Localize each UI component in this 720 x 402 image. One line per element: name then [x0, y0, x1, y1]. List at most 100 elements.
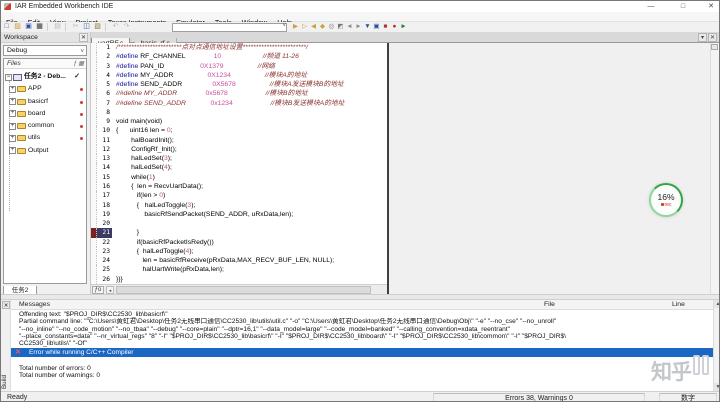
tree-item-label: APP	[28, 85, 42, 93]
code-text: }	[116, 229, 140, 237]
chevron-down-icon[interactable]: ˅	[282, 23, 286, 29]
workspace-title: Workspace	[4, 34, 38, 41]
iar-logo-icon	[4, 3, 11, 10]
message-row[interactable]: CC2530_lib\utils\" "-Of"	[11, 340, 713, 347]
configuration-dropdown[interactable]: Debug ˅	[3, 45, 87, 56]
messages-close-icon[interactable]: ✕	[2, 301, 10, 309]
messages-header-row: Messages File Line	[11, 300, 713, 310]
recording-percent: 16%	[657, 192, 675, 202]
modified-indicator	[80, 100, 83, 104]
expand-icon[interactable]: +	[9, 122, 16, 130]
line-number: 14	[102, 164, 110, 172]
expand-icon[interactable]: +	[9, 110, 16, 118]
code-line: 25 halUartWrite(pRxData,len);	[91, 265, 387, 275]
expand-icon[interactable]: +	[9, 134, 16, 142]
scrollbar-thumb[interactable]	[116, 286, 371, 294]
go-to-icon[interactable]: ◎	[327, 22, 336, 32]
tree-item-folder-app[interactable]: + APP	[4, 83, 86, 95]
find-next-icon[interactable]: ▷	[300, 22, 309, 32]
files-column-header[interactable]: Files ƒ ▦	[4, 59, 86, 69]
close-button[interactable]: ✕	[703, 1, 719, 12]
code-line: 10 { uint16 len = 0;	[91, 126, 387, 136]
message-row[interactable]: Total number of errors: 0	[11, 365, 713, 372]
workspace-close-icon[interactable]: ✕	[79, 33, 88, 42]
tree-item-project-root[interactable]: − 任务2 - Deb... ✓	[4, 71, 86, 83]
message-row[interactable]	[11, 357, 713, 364]
message-row[interactable]: Offending text: "$PROJ_DIR$\CC2530_lib\b…	[11, 311, 713, 318]
error-message-row[interactable]: ✕ Error while running C/C++ Compiler	[11, 348, 713, 358]
folder-icon	[17, 98, 26, 105]
tree-item-label: basicrf	[28, 97, 49, 105]
save-icon[interactable]: ▣	[23, 22, 34, 32]
line-number: 16	[102, 182, 110, 190]
find-icon[interactable]: ▶	[291, 22, 300, 32]
paste-icon[interactable]: ▧	[92, 22, 103, 32]
line-number: 4	[106, 71, 110, 79]
tree-item-label: 任务2 - Deb...	[24, 73, 66, 80]
line-number: 10	[102, 127, 110, 135]
toggle-bookmark-icon[interactable]: ◩	[336, 22, 345, 32]
code-text: { len = RecvUartData();	[116, 182, 204, 190]
line-column-header[interactable]: Line	[672, 300, 685, 310]
messages-list: Offending text: "$PROJ_DIR$\CC2530_lib\b…	[11, 311, 713, 379]
files-header-icons[interactable]: ƒ ▦	[73, 59, 84, 69]
message-row[interactable]: "--no_inline" "--no_code_motion" "--no_t…	[11, 326, 713, 333]
code-line: 3 #define PAN_ID 0X1379 //网络	[91, 61, 387, 71]
tree-item-folder-common[interactable]: + common	[4, 120, 86, 132]
maximize-button[interactable]: □	[675, 1, 691, 12]
find-combobox[interactable]: ˅	[172, 22, 287, 32]
tab-list-icon[interactable]: ▾	[698, 33, 707, 42]
code-text: { uint16 len = 0;	[116, 127, 173, 135]
status-error-count: Errors 38, Warnings 0	[433, 393, 645, 401]
debug-icon[interactable]: ●	[390, 22, 399, 32]
download-and-debug-icon[interactable]: ►	[399, 22, 408, 32]
scroll-down-icon[interactable]: ▼	[714, 383, 719, 391]
split-handle-icon[interactable]	[711, 44, 718, 50]
navigate-forward-icon[interactable]: ►	[354, 22, 363, 32]
editor-horizontal-scrollbar[interactable]: ƒo ◂	[91, 284, 387, 294]
recording-progress-badge[interactable]: 16% rec	[649, 183, 683, 217]
code-text: void main(void)	[116, 118, 163, 126]
copy-icon[interactable]: ◫	[81, 22, 92, 32]
code-text: if(basicRfPacketIsRedy())	[116, 238, 214, 246]
code-text: //#define SEND_ADDR 0x1234 //模块B发送模块A的地址	[116, 99, 345, 107]
navigate-back-icon[interactable]: ◄	[345, 22, 354, 32]
replace-icon[interactable]: ◆	[318, 22, 327, 32]
expand-icon[interactable]: +	[9, 85, 16, 93]
expand-icon[interactable]: −	[5, 73, 12, 81]
make-icon[interactable]: ▼	[363, 22, 372, 32]
editor-vertical-scrollbar[interactable]	[710, 43, 719, 294]
tree-item-folder-output[interactable]: + Output	[4, 145, 86, 157]
modified-indicator	[80, 125, 83, 129]
tree-item-folder-board[interactable]: + board	[4, 108, 86, 120]
tree-item-label: board	[28, 109, 46, 117]
tree-item-folder-basicrf[interactable]: + basicrf	[4, 96, 86, 108]
scroll-up-icon[interactable]: ▲	[714, 300, 719, 308]
save-all-icon[interactable]: ▦	[34, 22, 45, 32]
scroll-left-icon[interactable]: ◂	[106, 286, 114, 294]
expand-icon[interactable]: +	[9, 98, 16, 106]
code-line: 17 if(len > 0)	[91, 191, 387, 201]
expand-icon[interactable]: +	[9, 147, 16, 155]
open-file-icon[interactable]: ▨	[12, 22, 23, 32]
new-document-icon[interactable]: □	[1, 22, 12, 32]
message-row[interactable]: Total number of warnings: 0	[11, 372, 713, 379]
minimize-button[interactable]: —	[643, 1, 659, 12]
code-text: }}}	[116, 275, 123, 283]
tab-close-icon[interactable]: ✕	[708, 33, 717, 42]
build-tab[interactable]: Build	[1, 375, 11, 389]
status-ready: Ready	[7, 394, 28, 401]
code-editor[interactable]: 1 /************************点对点通信地址设置*****…	[91, 43, 387, 284]
messages-column-header[interactable]: Messages	[19, 300, 50, 310]
find-previous-icon[interactable]: ◀	[309, 22, 318, 32]
messages-vertical-scrollbar[interactable]: ▲ ▼	[713, 300, 719, 391]
tree-item-folder-utils[interactable]: + utils	[4, 132, 86, 144]
stop-build-icon[interactable]: ■	[381, 22, 390, 32]
message-row[interactable]: "--place_constants=data" "--nr_virtual_r…	[11, 333, 713, 340]
print-icon: ▤	[54, 23, 61, 30]
modified-indicator	[80, 112, 83, 116]
message-row[interactable]: Partial command line: ""C:\Users\黄虹君\Des…	[11, 318, 713, 325]
file-column-header[interactable]: File	[544, 300, 555, 310]
compile-icon[interactable]: ▣	[372, 22, 381, 32]
code-folding-button[interactable]: ƒo	[92, 286, 104, 294]
